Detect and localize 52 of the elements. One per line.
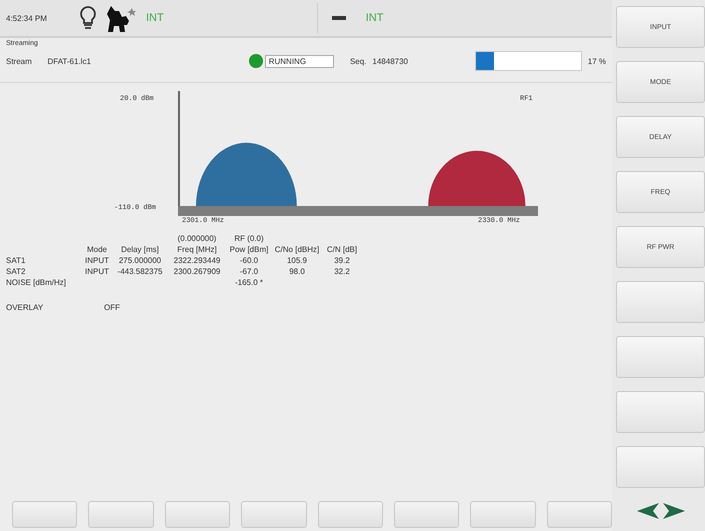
- light-bulb-icon: [78, 5, 98, 31]
- column-header: C/No [dBHz]: [274, 245, 320, 254]
- soft-key[interactable]: [88, 501, 154, 528]
- seq-label: Seq.: [350, 56, 366, 66]
- status-light: [248, 54, 263, 68]
- row-label: SAT1: [6, 256, 26, 265]
- column-note: RF (0.0): [233, 234, 265, 243]
- dash-icon: [332, 15, 346, 21]
- table-cell-text: INPUT: [84, 256, 110, 265]
- menu-button[interactable]: [616, 336, 705, 378]
- row-label: NOISE [dBm/Hz]: [6, 278, 68, 287]
- menu-button[interactable]: [616, 391, 705, 433]
- table-cell-text: -60.0: [238, 256, 260, 265]
- next-arrow-icon[interactable]: [662, 503, 684, 519]
- reference-label: INT: [146, 12, 164, 24]
- file-name: DFAT-61.lc1: [47, 56, 92, 66]
- soft-key[interactable]: [470, 501, 536, 528]
- table-cell-text: 39.2: [333, 256, 351, 265]
- table-cell-text: -165.0 *: [234, 278, 264, 287]
- column-header: Pow [dBm]: [228, 245, 270, 254]
- overlay-value: OFF: [103, 303, 121, 312]
- progress-reading: 17 %: [588, 56, 606, 66]
- clock-time: 4:52:34 PM: [6, 14, 48, 22]
- menu-button[interactable]: [616, 446, 705, 488]
- table-cell-text: 275.000000: [118, 256, 162, 265]
- seq-value: 14848730: [372, 56, 409, 66]
- column-header: Delay [ms]: [120, 245, 160, 254]
- column-header: C/N [dB]: [326, 245, 358, 254]
- table-cell-text: INPUT: [84, 267, 110, 276]
- soft-key[interactable]: [546, 501, 612, 528]
- overlay-label: OVERLAY: [6, 303, 44, 312]
- row-label: SAT2: [6, 267, 26, 276]
- table-cell-text: 2300.267909: [172, 267, 222, 276]
- stream-label: Stream: [6, 56, 33, 66]
- table-cell-text: 105.9: [286, 256, 308, 265]
- soft-key[interactable]: [394, 501, 460, 528]
- column-note: (0.000000): [176, 234, 218, 243]
- menu-button[interactable]: [616, 281, 705, 323]
- table-cell-text: -67.0: [238, 267, 260, 276]
- table-cell-text: 32.2: [333, 267, 351, 276]
- soft-key[interactable]: [318, 501, 383, 528]
- soft-key[interactable]: [164, 501, 230, 528]
- table-cell-text: 2322.293449: [172, 256, 222, 265]
- column-header: Mode: [86, 245, 108, 254]
- column-header: Freq [MHz]: [176, 245, 218, 254]
- soft-key[interactable]: [241, 501, 306, 528]
- reference-label: INT: [366, 12, 384, 24]
- table-cell-text: -443.582375: [116, 267, 164, 276]
- table-cell-text: 98.0: [288, 267, 306, 276]
- soft-key[interactable]: [12, 501, 78, 528]
- previous-arrow-icon[interactable]: [636, 503, 658, 519]
- status-field: RUNNING: [264, 54, 334, 68]
